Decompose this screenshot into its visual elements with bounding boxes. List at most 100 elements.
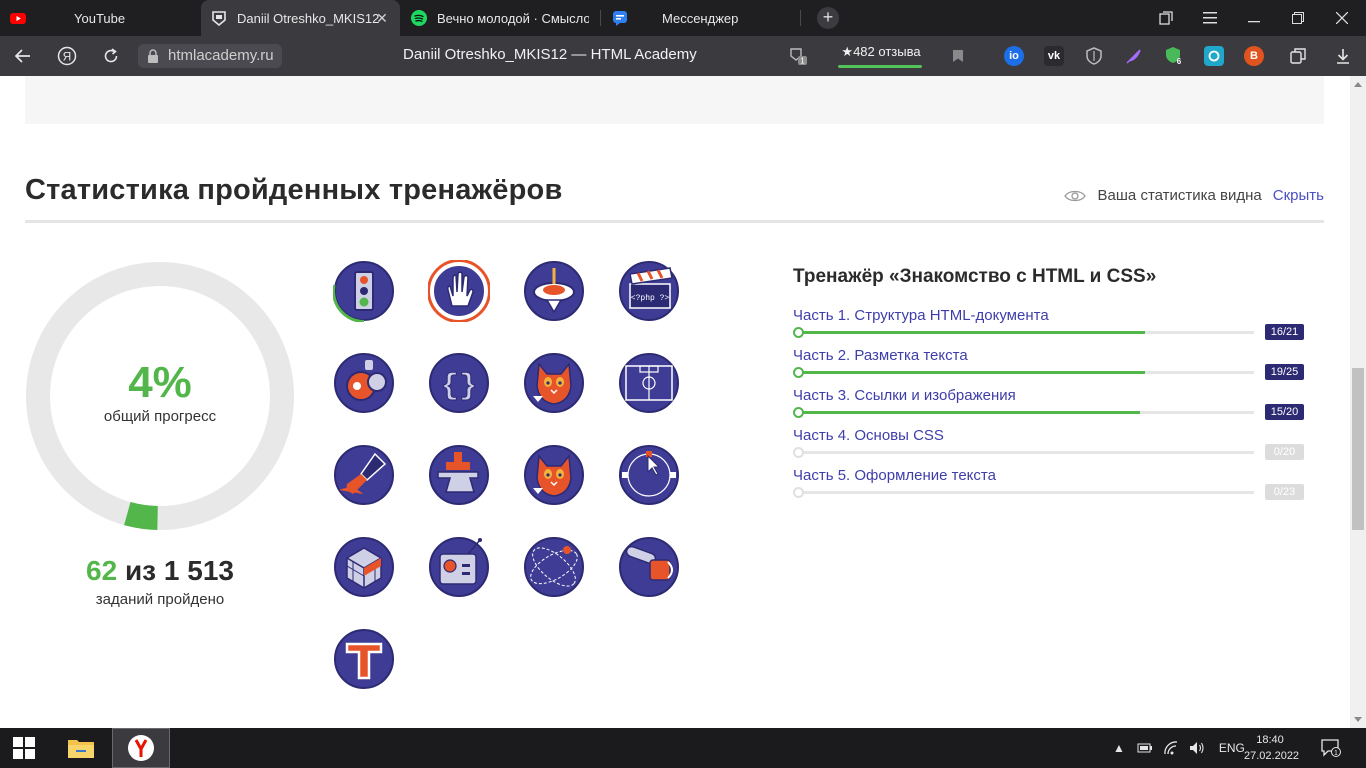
tab-label: Daniil Otreshko_MKIS12 xyxy=(237,10,379,26)
spinning-top-badge[interactable] xyxy=(523,260,585,322)
tab-strip: YouTube Daniil Otreshko_MKIS12 ✕ Вечно м… xyxy=(0,0,1366,36)
scrollbar-thumb[interactable] xyxy=(1352,368,1364,530)
course-part-row: Часть 2. Разметка текста 19/25 xyxy=(793,347,1304,381)
tabs-overview-icon[interactable] xyxy=(1144,0,1188,36)
svg-text:6: 6 xyxy=(1177,57,1182,66)
chainsaw-badge[interactable] xyxy=(618,536,680,598)
remote-control-badge[interactable] xyxy=(428,536,490,598)
course-part-link[interactable]: Часть 2. Разметка текста xyxy=(793,347,968,364)
tasks-total: 1 513 xyxy=(163,555,234,586)
close-window-icon[interactable] xyxy=(1320,0,1364,36)
scroll-up-arrow[interactable] xyxy=(1354,82,1362,87)
tasks-of: из xyxy=(124,555,157,586)
visibility-text: Ваша статистика видна xyxy=(1097,187,1262,204)
part-progress-marker xyxy=(793,407,804,418)
youtube-icon xyxy=(10,13,26,24)
feather-icon[interactable] xyxy=(1124,46,1144,66)
adguard-icon[interactable]: 6 xyxy=(1164,46,1184,66)
course-title: Тренажёр «Знакомство с HTML и CSS» xyxy=(793,266,1157,287)
menu-icon[interactable] xyxy=(1188,0,1232,36)
clock-date: 27.02.2022 xyxy=(1244,750,1300,762)
close-tab-icon[interactable]: ✕ xyxy=(374,10,390,26)
vk-icon[interactable]: vk xyxy=(1044,46,1064,66)
part-progress-track xyxy=(798,331,1254,334)
tab-youtube[interactable]: YouTube xyxy=(0,0,200,36)
tray-overflow-icon[interactable]: ▲ xyxy=(1113,741,1125,755)
page-title: Daniil Otreshko_MKIS12 — HTML Academy xyxy=(403,46,697,63)
scanner-icon[interactable] xyxy=(1204,46,1224,66)
minimize-icon[interactable] xyxy=(1232,0,1276,36)
svg-text:1: 1 xyxy=(800,57,805,66)
spotify-icon xyxy=(411,10,427,26)
course-part-link[interactable]: Часть 5. Оформление текста xyxy=(793,467,996,484)
network-icon[interactable] xyxy=(1163,741,1179,755)
system-tray: ▲ ENG xyxy=(1113,728,1245,768)
rubik-cube-badge[interactable] xyxy=(333,536,395,598)
ext-screen-icon[interactable]: io xyxy=(1004,46,1024,66)
volume-icon[interactable] xyxy=(1189,741,1205,755)
clapperboard-badge[interactable]: <?php ?> xyxy=(618,260,680,322)
url-text: htmlacademy.ru xyxy=(168,47,274,64)
protect-icon[interactable]: 1 xyxy=(786,44,810,68)
vector-cursor-badge[interactable] xyxy=(618,444,680,506)
back-icon[interactable] xyxy=(11,44,35,68)
tab-messenger[interactable]: Мессенджер xyxy=(602,0,800,36)
part-progress-track xyxy=(798,371,1254,374)
scroll-down-arrow[interactable] xyxy=(1354,717,1362,722)
brave-b-icon[interactable]: B xyxy=(1244,46,1264,66)
page-scrollbar[interactable] xyxy=(1350,76,1366,728)
cat-badge[interactable] xyxy=(523,352,585,414)
orbit-badge[interactable] xyxy=(523,536,585,598)
start-button[interactable] xyxy=(0,728,48,768)
part-score-badge: 15/20 xyxy=(1265,404,1304,420)
cat-drink-badge[interactable] xyxy=(523,444,585,506)
course-part-link[interactable]: Часть 1. Структура HTML-документа xyxy=(793,307,1049,324)
restore-icon[interactable] xyxy=(1276,0,1320,36)
notification-icon: 1 xyxy=(1321,739,1341,757)
part-score-badge: 0/23 xyxy=(1265,484,1304,500)
part-score-badge: 0/20 xyxy=(1265,444,1304,460)
hide-statistics-link[interactable]: Скрыть xyxy=(1273,187,1324,204)
tab-label: YouTube xyxy=(74,10,126,26)
notifications-button[interactable]: 1 xyxy=(1314,728,1348,768)
traffic-light-badge[interactable] xyxy=(333,260,395,322)
ring-progress-arc xyxy=(124,501,159,530)
curly-braces-badge[interactable]: {} xyxy=(428,352,490,414)
reviews-button[interactable]: ★482 отзыва xyxy=(838,44,924,68)
section-title: Статистика пройденных тренажёров xyxy=(25,174,563,206)
download-icon[interactable] xyxy=(1331,44,1355,68)
htmlacademy-icon xyxy=(212,11,226,26)
tab-spotify[interactable]: Вечно молодой · Смыслов xyxy=(401,0,601,36)
eye-icon xyxy=(1063,190,1086,201)
shield-extension-icon[interactable] xyxy=(1084,46,1104,66)
yandex-browser-taskbar-button[interactable] xyxy=(112,728,170,768)
taskbar-clock[interactable]: 18:40 27.02.2022 xyxy=(1244,732,1300,764)
reload-icon[interactable] xyxy=(99,44,123,68)
football-field-badge[interactable] xyxy=(618,352,680,414)
new-tab-button[interactable]: + xyxy=(817,7,839,29)
extensions-icon[interactable] xyxy=(1286,44,1310,68)
progress-caption: общий прогресс xyxy=(103,408,217,425)
language-indicator[interactable]: ENG xyxy=(1219,741,1245,755)
course-part-link[interactable]: Часть 3. Ссылки и изображения xyxy=(793,387,1016,404)
bookmark-icon[interactable] xyxy=(946,44,970,68)
diving-helmet-badge[interactable] xyxy=(333,352,395,414)
course-part-link[interactable]: Часть 4. Основы CSS xyxy=(793,427,944,444)
windows-taskbar: ▲ ENG 18:40 27.02.2022 1 xyxy=(0,728,1366,768)
windows-logo-icon xyxy=(13,737,35,759)
typography-badge[interactable] xyxy=(333,628,395,690)
part-score-badge: 19/25 xyxy=(1265,364,1304,380)
statistics-visibility: Ваша статистика видна Скрыть xyxy=(1063,187,1324,204)
svg-text:1: 1 xyxy=(1334,750,1338,757)
tab-htmlacademy[interactable]: Daniil Otreshko_MKIS12 ✕ xyxy=(201,0,400,36)
anvil-badge[interactable] xyxy=(428,444,490,506)
battery-icon[interactable] xyxy=(1137,742,1153,754)
course-part-row: Часть 1. Структура HTML-документа 16/21 xyxy=(793,307,1304,341)
hand-badge[interactable] xyxy=(428,260,490,322)
paint-brush-badge[interactable] xyxy=(333,444,395,506)
url-field[interactable]: htmlacademy.ru xyxy=(138,44,282,68)
file-explorer-button[interactable] xyxy=(58,728,104,768)
tasks-count: 62 из 1 513 xyxy=(26,555,294,587)
yandex-home-icon[interactable]: Я xyxy=(55,44,79,68)
previous-section-block xyxy=(25,76,1324,124)
